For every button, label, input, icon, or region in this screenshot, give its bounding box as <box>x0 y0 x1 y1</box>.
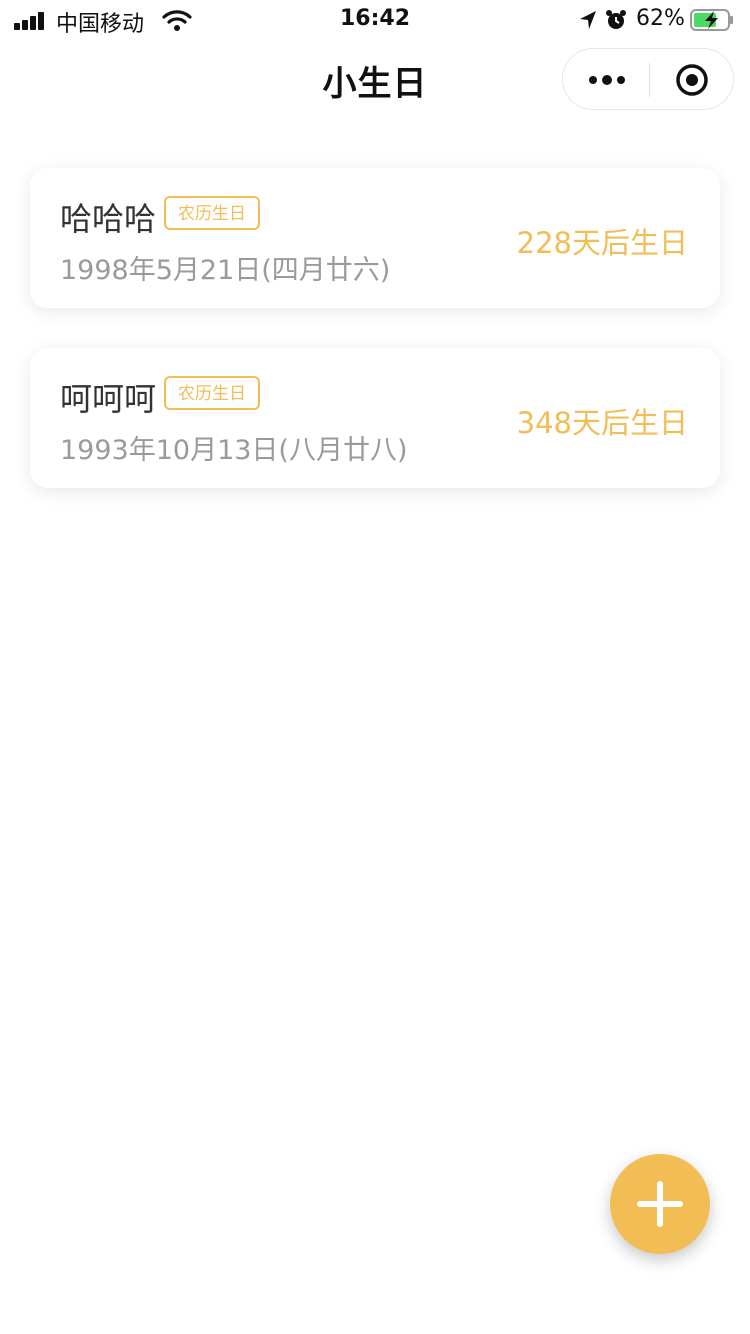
battery-charging-icon <box>690 9 733 31</box>
person-name: 呵呵呵 <box>60 380 157 418</box>
add-birthday-button[interactable] <box>610 1154 710 1254</box>
birthday-card[interactable]: 哈哈哈 农历生日 1998年5月21日(四月廿六) 228天后生日 <box>30 168 720 308</box>
status-bar: 中国移动 16:42 62% <box>0 0 750 40</box>
capsule-divider <box>649 63 650 97</box>
lunar-birthday-tag: 农历生日 <box>164 196 260 230</box>
birth-date: 1998年5月21日(四月廿六) <box>60 255 391 286</box>
location-arrow-icon <box>580 11 596 29</box>
plus-icon <box>637 1181 683 1227</box>
alarm-clock-icon <box>606 10 626 29</box>
days-until-birthday: 228天后生日 <box>516 226 688 260</box>
more-dots-icon[interactable] <box>587 69 627 91</box>
mini-program-capsule <box>562 48 734 110</box>
battery-percentage: 62% <box>636 6 685 31</box>
birth-date: 1993年10月13日(八月廿八) <box>60 435 408 466</box>
person-name: 哈哈哈 <box>60 200 157 238</box>
days-until-birthday: 348天后生日 <box>516 406 688 440</box>
lunar-birthday-tag: 农历生日 <box>164 376 260 410</box>
birthday-card[interactable]: 呵呵呵 农历生日 1993年10月13日(八月廿八) 348天后生日 <box>30 348 720 488</box>
target-circle-icon[interactable] <box>675 63 709 97</box>
